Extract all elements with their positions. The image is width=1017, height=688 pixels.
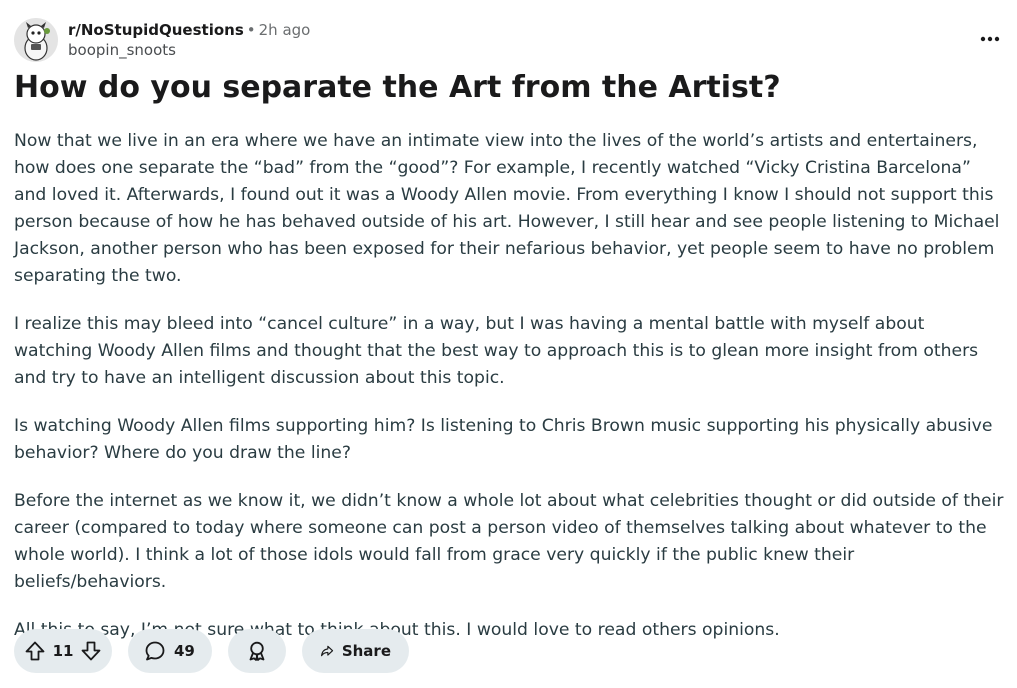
comments-button[interactable]: 49 [128,629,212,673]
meta-separator: • [246,21,256,39]
body-paragraph: I realize this may bleed into “cancel cu… [14,314,979,388]
meta-line: r/NoStupidQuestions • 2h ago [68,20,310,40]
arrow-down-icon [81,641,101,661]
comment-count: 49 [174,642,195,660]
post-body: Now that we live in an era where we have… [14,128,1004,665]
downvote-button[interactable] [80,640,102,662]
share-label: Share [341,642,391,660]
post-time: 2h ago [258,21,311,39]
vote-control: 11 [14,629,112,673]
post-meta: r/NoStupidQuestions • 2h ago boopin_snoots [68,20,310,60]
share-button[interactable]: Share [302,629,409,673]
upvote-button[interactable] [24,640,46,662]
award-button[interactable] [228,629,286,673]
post-card: r/NoStupidQuestions • 2h ago boopin_snoots… [0,0,1017,688]
more-horizontal-icon [980,36,1000,42]
award-ribbon-icon [249,641,265,661]
avatar-image [14,18,58,62]
username-link[interactable]: boopin_snoots [68,40,310,60]
post-header: r/NoStupidQuestions • 2h ago boopin_snoots [14,18,310,62]
avatar[interactable] [14,18,58,62]
action-bar: 11 49 Share [14,629,425,673]
share-arrow-icon [321,645,334,657]
more-options-button[interactable] [977,26,1003,52]
post-title[interactable]: How do you separate the Art from the Art… [14,68,1004,108]
body-paragraph: Now that we live in an era where we have… [14,131,1000,286]
arrow-up-icon [25,641,45,661]
subreddit-link[interactable]: r/NoStupidQuestions [68,21,244,39]
body-paragraph: Before the internet as we know it, we di… [14,491,1004,592]
comment-bubble-icon [145,641,165,661]
body-paragraph: Is watching Woody Allen films supporting… [14,416,993,463]
vote-count: 11 [52,642,74,660]
